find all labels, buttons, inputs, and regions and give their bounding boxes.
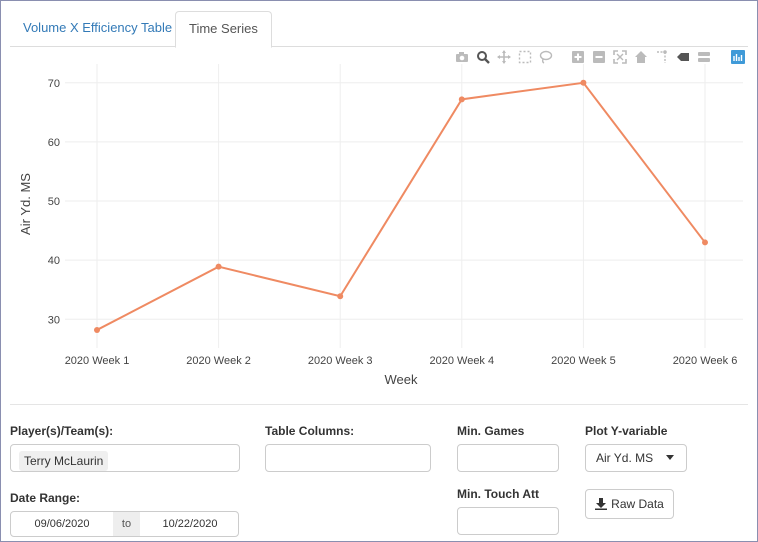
x-tick-label: 2020 Week 6: [673, 355, 738, 367]
date-range-input: 09/06/2020 to 10/22/2020: [10, 511, 239, 537]
plot-y-variable-select[interactable]: Air Yd. MS: [585, 444, 687, 472]
date-end-input[interactable]: 10/22/2020: [140, 518, 238, 530]
y-tick-label: 50: [48, 196, 60, 208]
x-tick-label: 2020 Week 1: [65, 355, 130, 367]
x-axis-title: Week: [385, 372, 418, 387]
raw-data-label: Raw Data: [611, 497, 664, 511]
x-tick-label: 2020 Week 4: [429, 355, 494, 367]
raw-data-button[interactable]: Raw Data: [585, 489, 674, 519]
date-range-label: Date Range:: [10, 491, 81, 505]
player-team-input[interactable]: Terry McLaurin: [10, 444, 240, 472]
tab-volume-efficiency[interactable]: Volume X Efficiency Table: [10, 11, 185, 47]
tab-bar: Volume X Efficiency Table Time Series: [10, 11, 748, 48]
caret-down-icon: [666, 455, 674, 460]
time-series-plot: 30 40 50 60 70 2020 Week 1 2020 Week 2 2020 Wee…: [0, 58, 758, 398]
data-point: [702, 239, 708, 246]
player-team-label: Player(s)/Team(s):: [10, 424, 114, 438]
series-line: [96, 81, 706, 331]
y-tick-label: 60: [48, 137, 60, 149]
x-tick-label: 2020 Week 5: [551, 355, 616, 367]
min-touch-att-input[interactable]: [457, 507, 559, 535]
min-touch-att-label: Min. Touch Att: [457, 487, 539, 501]
data-point: [580, 79, 587, 86]
divider: [10, 404, 748, 405]
y-axis-title: Air Yd. MS: [18, 173, 33, 235]
table-columns-label: Table Columns:: [265, 424, 355, 438]
y-tick-label: 40: [48, 255, 60, 267]
data-point: [215, 263, 222, 270]
x-tick-label: 2020 Week 3: [308, 355, 373, 367]
date-to-separator: to: [113, 512, 140, 536]
min-games-label: Min. Games: [457, 424, 525, 438]
data-point: [458, 96, 465, 103]
plot-y-variable-value: Air Yd. MS: [596, 451, 654, 465]
date-start-input[interactable]: 09/06/2020: [11, 518, 113, 530]
min-games-input[interactable]: [457, 444, 559, 472]
plot-y-variable-label: Plot Y-variable: [585, 424, 668, 438]
table-columns-input[interactable]: [265, 444, 431, 472]
tab-time-series[interactable]: Time Series: [175, 11, 272, 48]
y-tick-label: 30: [48, 314, 60, 326]
player-chip[interactable]: Terry McLaurin: [19, 451, 109, 471]
data-point: [94, 326, 100, 333]
download-icon: [595, 498, 608, 510]
data-point: [337, 293, 344, 300]
x-tick-label: 2020 Week 2: [186, 355, 251, 367]
line-chart: 30 40 50 60 70 2020 Week 1 2020 Week 2 2020 Wee…: [18, 64, 743, 387]
y-tick-label: 70: [48, 78, 60, 90]
